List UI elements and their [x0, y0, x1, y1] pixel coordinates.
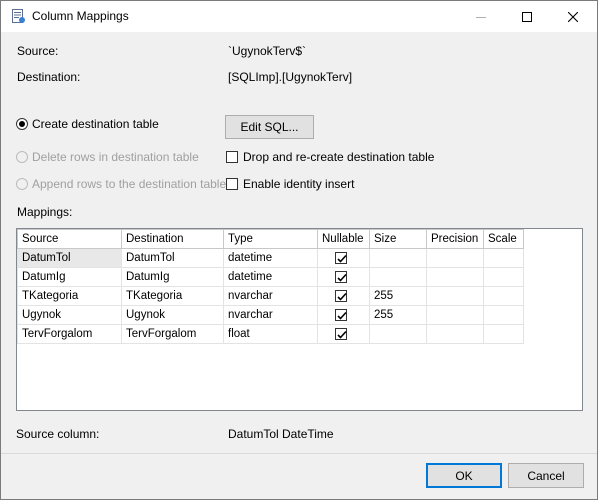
nullable-cell[interactable]: [317, 267, 370, 287]
scale-cell[interactable]: [483, 248, 524, 268]
size-cell[interactable]: [369, 267, 427, 287]
nullable-cell[interactable]: [317, 248, 370, 268]
destination-value: [SQLImp].[UgynokTerv]: [228, 70, 353, 84]
scale-cell[interactable]: [483, 305, 524, 325]
table-row[interactable]: DatumIg DatumIg datetime: [17, 267, 524, 287]
close-button[interactable]: [550, 1, 596, 32]
source-column-value: DatumTol DateTime: [228, 427, 334, 441]
checkmark-icon: [337, 330, 347, 339]
cancel-button[interactable]: Cancel: [508, 463, 584, 488]
source-value: `UgynokTerv$`: [228, 44, 307, 58]
nullable-checkbox[interactable]: [335, 252, 347, 264]
delete-rows-radio[interactable]: [16, 151, 28, 163]
column-header[interactable]: Nullable: [317, 229, 370, 249]
table-row[interactable]: TervForgalom TervForgalom float: [17, 324, 524, 344]
document-icon: [10, 8, 26, 24]
maximize-icon: [522, 11, 532, 22]
destination-label: Destination:: [17, 70, 81, 84]
column-header[interactable]: Precision: [426, 229, 484, 249]
create-table-radio[interactable]: [16, 118, 28, 130]
precision-cell[interactable]: [426, 324, 484, 344]
append-rows-radio[interactable]: [16, 178, 28, 190]
precision-cell[interactable]: [426, 286, 484, 306]
type-cell[interactable]: datetime: [223, 248, 318, 268]
nullable-checkbox[interactable]: [335, 309, 347, 321]
size-cell[interactable]: [369, 324, 427, 344]
nullable-checkbox[interactable]: [335, 290, 347, 302]
type-cell[interactable]: nvarchar: [223, 286, 318, 306]
window-title: Column Mappings: [32, 9, 129, 23]
size-cell[interactable]: 255: [369, 305, 427, 325]
create-table-label[interactable]: Create destination table: [32, 117, 159, 131]
destination-cell[interactable]: TervForgalom: [121, 324, 224, 344]
column-header[interactable]: Size: [369, 229, 427, 249]
scale-cell[interactable]: [483, 324, 524, 344]
identity-insert-label[interactable]: Enable identity insert: [243, 177, 354, 191]
source-cell[interactable]: DatumIg: [17, 267, 122, 287]
scale-cell[interactable]: [483, 286, 524, 306]
source-label: Source:: [17, 44, 59, 58]
table-header-row: Source Destination Type Nullable Size Pr…: [17, 229, 524, 249]
title-bar: Column Mappings: [1, 1, 597, 32]
delete-rows-label[interactable]: Delete rows in destination table: [32, 150, 199, 164]
type-cell[interactable]: nvarchar: [223, 305, 318, 325]
size-cell[interactable]: 255: [369, 286, 427, 306]
table-row[interactable]: TKategoria TKategoria nvarchar 255: [17, 286, 524, 306]
close-icon: [568, 11, 578, 22]
source-column-label: Source column:: [16, 427, 100, 441]
maximize-button[interactable]: [504, 1, 550, 32]
size-cell[interactable]: [369, 248, 427, 268]
column-mappings-dialog: Column Mappings Source: `UgynokTerv$` De…: [0, 0, 598, 500]
minimize-icon: [476, 16, 486, 18]
column-header[interactable]: Source: [17, 229, 122, 249]
destination-cell[interactable]: DatumTol: [121, 248, 224, 268]
edit-sql-button[interactable]: Edit SQL...: [225, 115, 314, 139]
nullable-checkbox[interactable]: [335, 271, 347, 283]
identity-insert-checkbox[interactable]: [226, 178, 238, 190]
destination-cell[interactable]: Ugynok: [121, 305, 224, 325]
column-header[interactable]: Destination: [121, 229, 224, 249]
drop-recreate-label[interactable]: Drop and re-create destination table: [243, 150, 434, 164]
nullable-cell[interactable]: [317, 286, 370, 306]
type-cell[interactable]: datetime: [223, 267, 318, 287]
append-rows-label[interactable]: Append rows to the destination table: [32, 177, 226, 191]
checkmark-icon: [337, 311, 347, 320]
source-cell[interactable]: TKategoria: [17, 286, 122, 306]
source-cell[interactable]: DatumTol: [17, 248, 122, 268]
column-header[interactable]: Scale: [483, 229, 524, 249]
source-cell[interactable]: Ugynok: [17, 305, 122, 325]
table-row[interactable]: DatumTol DatumTol datetime: [17, 248, 524, 268]
precision-cell[interactable]: [426, 305, 484, 325]
destination-cell[interactable]: TKategoria: [121, 286, 224, 306]
type-cell[interactable]: float: [223, 324, 318, 344]
checkmark-icon: [337, 254, 347, 263]
precision-cell[interactable]: [426, 248, 484, 268]
column-header[interactable]: Type: [223, 229, 318, 249]
mappings-label: Mappings:: [17, 205, 73, 219]
nullable-checkbox[interactable]: [335, 328, 347, 340]
precision-cell[interactable]: [426, 267, 484, 287]
mappings-table: Source Destination Type Nullable Size Pr…: [17, 229, 524, 344]
scale-cell[interactable]: [483, 267, 524, 287]
checkmark-icon: [337, 273, 347, 282]
minimize-button[interactable]: [458, 1, 504, 32]
table-row[interactable]: Ugynok Ugynok nvarchar 255: [17, 305, 524, 325]
ok-button[interactable]: OK: [426, 463, 502, 488]
source-cell[interactable]: TervForgalom: [17, 324, 122, 344]
mappings-grid[interactable]: Source Destination Type Nullable Size Pr…: [16, 228, 583, 411]
footer-divider: [1, 453, 597, 454]
checkmark-icon: [337, 292, 347, 301]
destination-cell[interactable]: DatumIg: [121, 267, 224, 287]
nullable-cell[interactable]: [317, 305, 370, 325]
nullable-cell[interactable]: [317, 324, 370, 344]
drop-recreate-checkbox[interactable]: [226, 151, 238, 163]
